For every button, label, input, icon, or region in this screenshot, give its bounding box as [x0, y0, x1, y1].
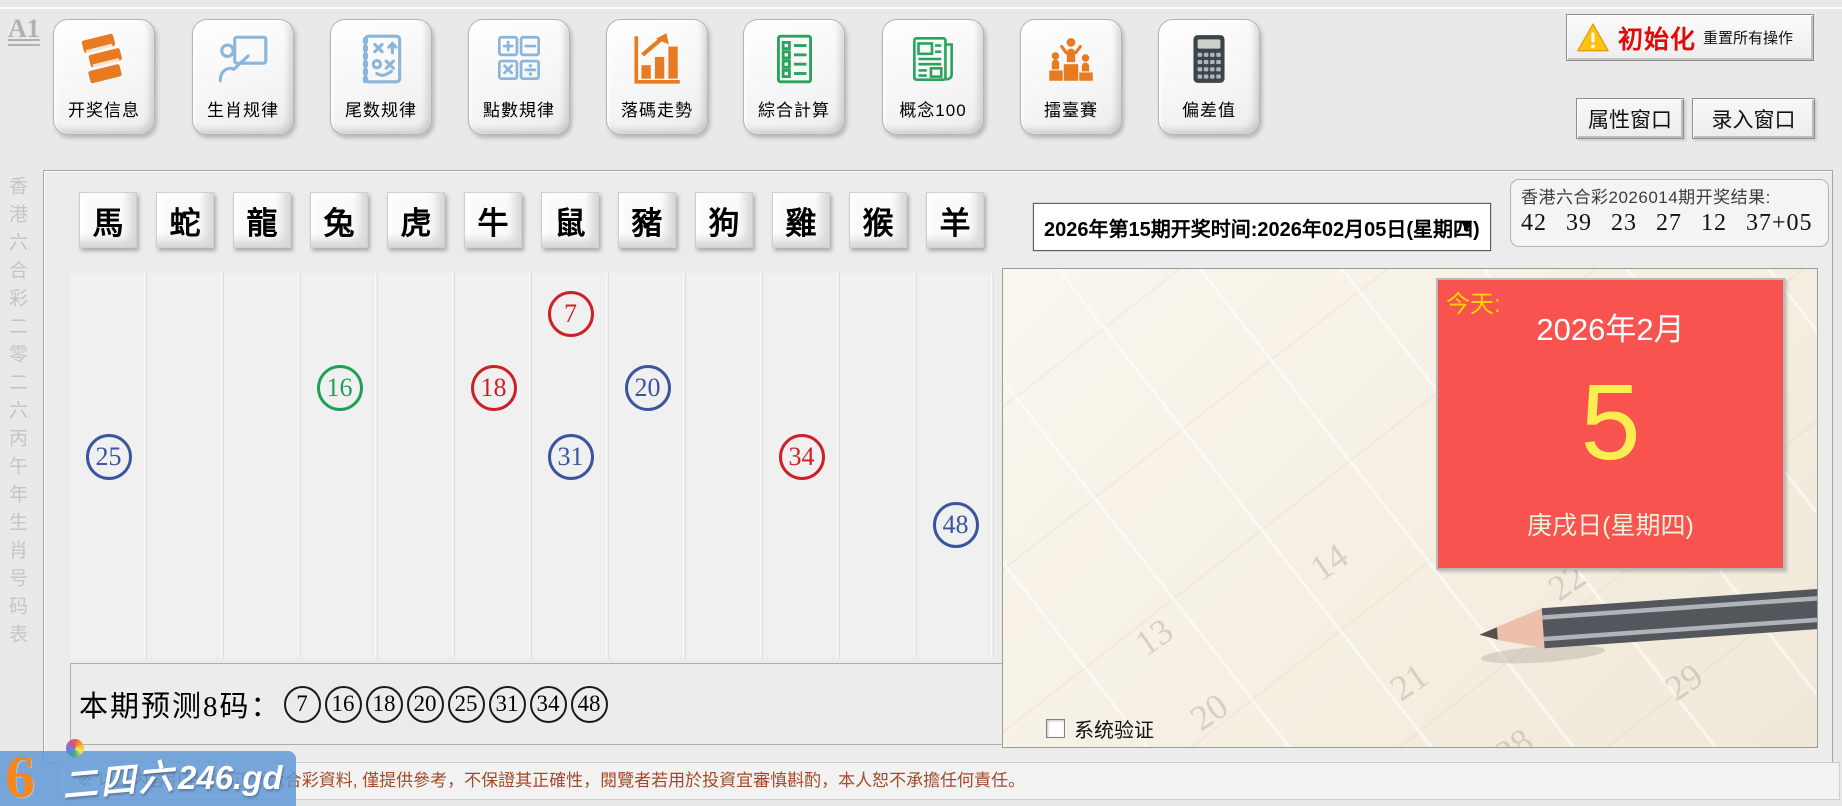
top-divider	[0, 7, 1842, 9]
warning-icon	[1575, 21, 1611, 55]
system-verify-label: 系统验证	[1074, 714, 1154, 743]
calendar-faint-number: 28	[1487, 719, 1541, 748]
toolbar-button-label: 尾数规律	[345, 96, 417, 121]
chart-ball-25: 25	[86, 434, 132, 480]
toolbar-button-trend[interactable]: 落碼走勢	[606, 19, 708, 135]
period-select-value: 2026年第15期开奖时间:2026年02月05日(星期四)	[1034, 213, 1480, 242]
toolbar-button-math[interactable]: 點數規律	[468, 19, 570, 135]
chart-ball-34: 34	[779, 434, 825, 480]
prediction-numbers: 716182025313448	[282, 686, 610, 723]
calendar-faint-number: 29	[1657, 654, 1711, 709]
toolbar-button-list[interactable]: 綜合計算	[743, 19, 845, 135]
calendar-faint-number: 14	[1302, 534, 1356, 589]
vertical-title: 香港六合彩二零二六丙午年生肖号码表	[3, 176, 30, 676]
properties-window-button[interactable]: 属性窗口	[1576, 98, 1684, 139]
books-icon	[75, 30, 133, 88]
pencil-image	[1469, 571, 1818, 675]
watermark-spark-icon	[66, 739, 84, 757]
watermark-caption: 二四六	[60, 748, 178, 806]
chart-ball-18: 18	[471, 365, 517, 411]
zodiac-key-2[interactable]: 蛇	[156, 192, 214, 248]
news-icon	[904, 30, 962, 88]
toolbar-button-books[interactable]: 开奖信息	[53, 19, 155, 135]
toolbar-button-label: 擂臺賽	[1044, 96, 1098, 121]
zodiac-key-8[interactable]: 豬	[618, 192, 676, 248]
prediction-ball-16: 16	[325, 686, 362, 723]
checkbox-icon[interactable]	[1046, 719, 1065, 738]
initialize-label: 初始化	[1618, 20, 1696, 56]
toolbar-button-label: 生肖规律	[207, 96, 279, 121]
corner-label: A1	[8, 14, 40, 46]
prediction-ball-18: 18	[366, 686, 403, 723]
toolbar-button-label: 概念100	[899, 96, 966, 121]
zodiac-key-9[interactable]: 狗	[695, 192, 753, 248]
prediction-ball-34: 34	[530, 686, 567, 723]
toolbar-button-label: 點數規律	[483, 96, 555, 121]
zodiac-key-7[interactable]: 鼠	[541, 192, 599, 248]
calendar-day-detail: 庚戌日(星期四)	[1438, 506, 1783, 542]
toolbar-button-strategy[interactable]: 尾数规律	[330, 19, 432, 135]
toolbar-button-label: 落碼走勢	[621, 96, 693, 121]
calc-icon	[1180, 30, 1238, 88]
toolbar-button-calc[interactable]: 偏差值	[1158, 19, 1260, 135]
toolbar-button-label: 开奖信息	[68, 96, 140, 121]
calendar-panel: 1314202122232928 今天: 2026年2月 5 庚戌日(星期四) …	[1002, 268, 1818, 748]
zodiac-trend-chart: 7 16 18 20 25 31 34 48	[70, 273, 994, 658]
prediction-ball-25: 25	[448, 686, 485, 723]
prediction-ball-7: 7	[284, 686, 321, 723]
app-window: A1 开奖信息 生肖规律 尾数规律 點數規律 落碼走勢 綜合計算 概念100 擂臺賽 偏差值 初…	[0, 0, 1842, 806]
podium-icon	[1042, 30, 1100, 88]
zodiac-key-5[interactable]: 虎	[387, 192, 445, 248]
chart-ball-20: 20	[625, 365, 671, 411]
last-result-title: 香港六合彩2026014期开奖结果:	[1521, 183, 1818, 208]
list-icon	[765, 30, 823, 88]
chart-ball-31: 31	[548, 434, 594, 480]
last-result-numbers: 42 39 23 27 12 37+05	[1521, 210, 1818, 237]
zodiac-key-3[interactable]: 龍	[233, 192, 291, 248]
toolbar-button-label: 偏差值	[1182, 96, 1236, 121]
chevron-down-icon: ▼	[1457, 216, 1476, 238]
chart-ball-7: 7	[548, 291, 594, 337]
zodiac-key-4[interactable]: 兔	[310, 192, 368, 248]
trend-icon	[628, 30, 686, 88]
initialize-button[interactable]: 初始化 重置所有操作	[1566, 14, 1814, 61]
prediction-label: 本期预测8码：	[79, 683, 282, 725]
chart-ball-48: 48	[933, 502, 979, 548]
board-icon	[214, 30, 272, 88]
zodiac-key-12[interactable]: 羊	[926, 192, 984, 248]
last-result-box: 香港六合彩2026014期开奖结果: 42 39 23 27 12 37+05	[1510, 179, 1829, 247]
toolbar-button-board[interactable]: 生肖规律	[192, 19, 294, 135]
zodiac-key-10[interactable]: 雞	[772, 192, 830, 248]
zodiac-key-1[interactable]: 馬	[79, 192, 137, 248]
system-verify-checkbox[interactable]: 系统验证	[1046, 714, 1154, 743]
toolbar-button-podium[interactable]: 擂臺賽	[1020, 19, 1122, 135]
watermark-logo-digit: 6	[5, 743, 35, 806]
prediction-ball-20: 20	[407, 686, 444, 723]
prediction-box: 本期预测8码： 716182025313448	[70, 663, 1004, 745]
period-select[interactable]: 2026年第15期开奖时间:2026年02月05日(星期四) ▼	[1033, 203, 1491, 251]
chart-ball-16: 16	[317, 365, 363, 411]
calendar-today-card: 今天: 2026年2月 5 庚戌日(星期四)	[1436, 278, 1785, 570]
calendar-faint-number: 20	[1182, 684, 1236, 739]
calendar-faint-number: 13	[1127, 609, 1181, 664]
prediction-ball-48: 48	[571, 686, 608, 723]
initialize-sublabel: 重置所有操作	[1703, 27, 1793, 48]
entry-window-button[interactable]: 录入窗口	[1692, 98, 1815, 139]
toolbar-button-news[interactable]: 概念100	[882, 19, 984, 135]
zodiac-key-11[interactable]: 猴	[849, 192, 907, 248]
calendar-day: 5	[1438, 368, 1783, 476]
toolbar-button-label: 綜合計算	[758, 96, 830, 121]
strategy-icon	[352, 30, 410, 88]
watermark-brand: 246.gd	[178, 759, 283, 797]
prediction-ball-31: 31	[489, 686, 526, 723]
math-icon	[490, 30, 548, 88]
disclaimer-text: ※ 以上内容引用香港正版六合彩資料, 僅提供參考，不保證其正確性，閱覽者若用於投…	[57, 762, 1840, 800]
zodiac-key-6[interactable]: 牛	[464, 192, 522, 248]
watermark-badge: 6 二四六 246.gd	[0, 751, 296, 806]
calendar-faint-number: 21	[1382, 654, 1436, 709]
calendar-month: 2026年2月	[1438, 304, 1783, 349]
